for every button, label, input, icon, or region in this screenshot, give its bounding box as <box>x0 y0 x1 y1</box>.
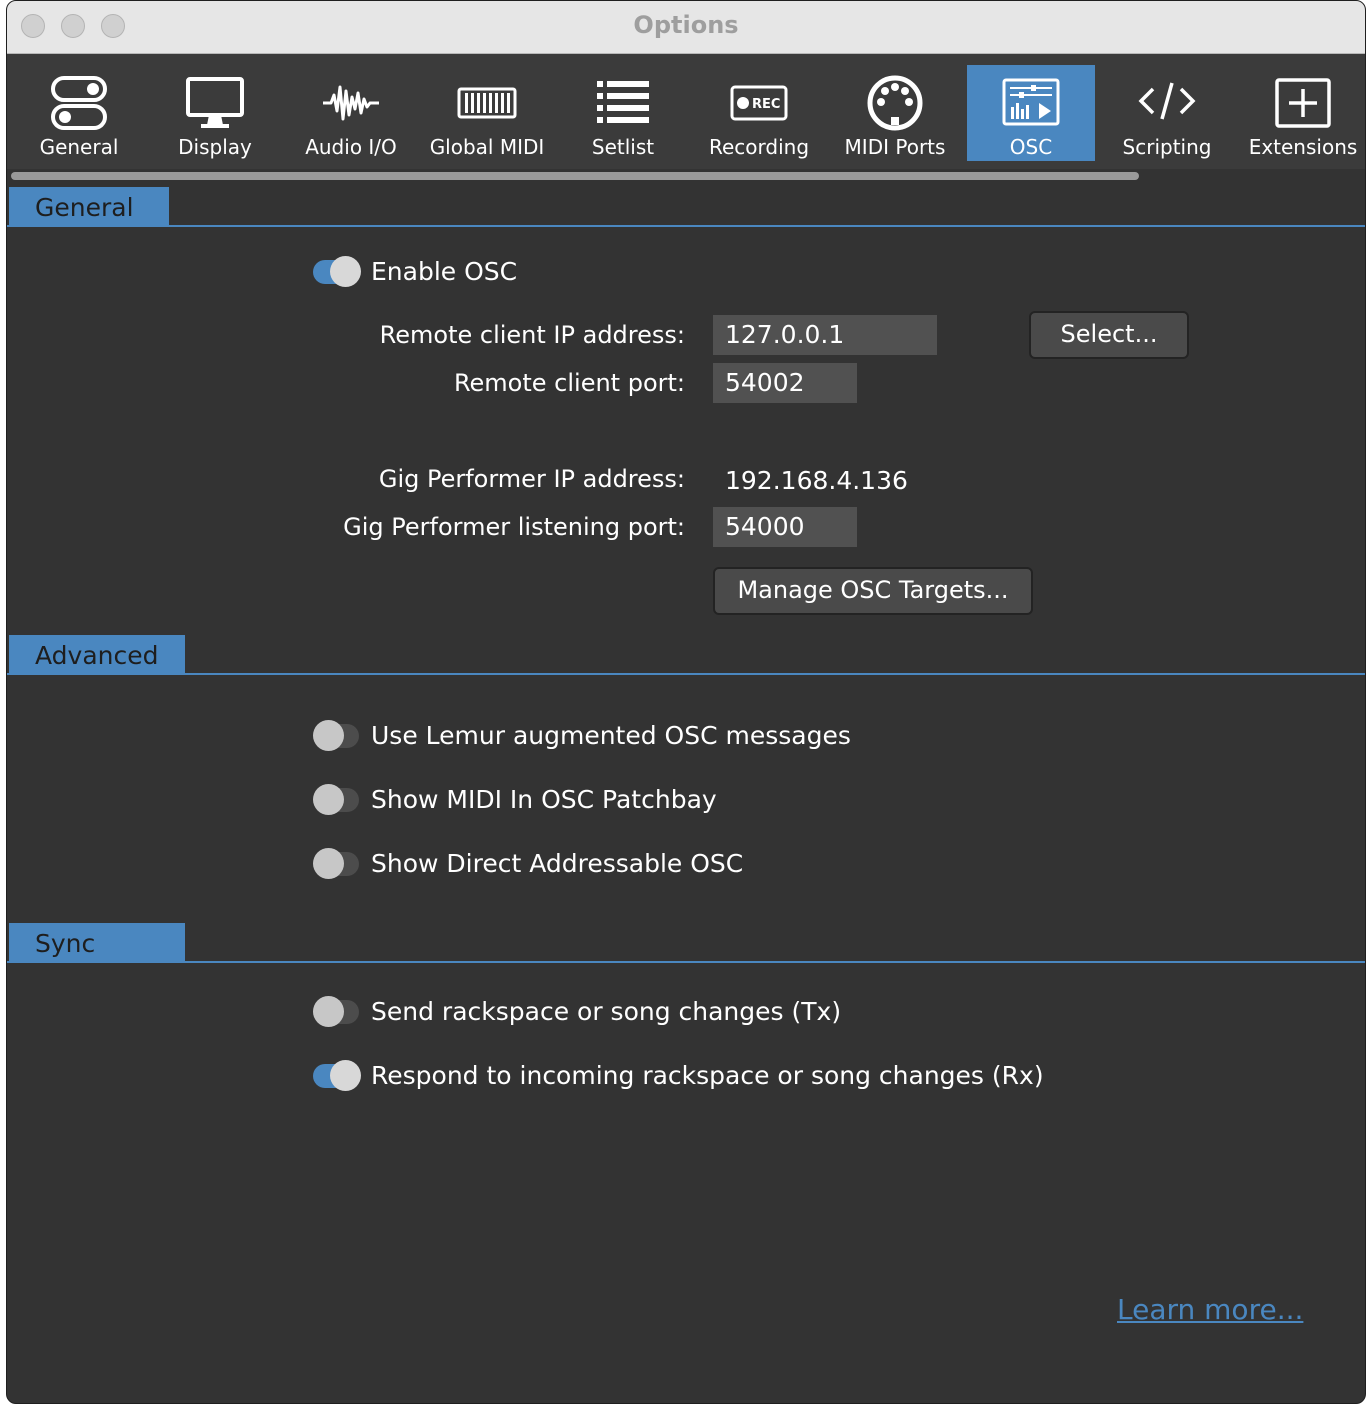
remote-port-label: Remote client port: <box>453 369 685 397</box>
tab-midi-ports[interactable]: MIDI Ports <box>831 65 959 161</box>
rec-icon: REC <box>730 85 788 121</box>
tab-osc[interactable]: OSC <box>967 65 1095 161</box>
window-title: Options <box>633 11 739 39</box>
title-bar: Options <box>7 1 1365 54</box>
respond-changes-label: Respond to incoming rackspace or song ch… <box>371 1061 1044 1090</box>
tab-audio-io[interactable]: Audio I/O <box>287 65 415 161</box>
tab-extensions[interactable]: Extensions <box>1239 65 1365 161</box>
toggles-icon <box>51 76 107 130</box>
learn-more-link[interactable]: Learn more... <box>1117 1293 1303 1326</box>
tab-global-midi[interactable]: Global MIDI <box>423 65 551 161</box>
list-icon <box>597 81 649 123</box>
gp-port-label: Gig Performer listening port: <box>343 513 685 541</box>
midi-din-icon <box>867 75 923 131</box>
section-divider <box>7 961 1365 963</box>
toolbar-scrollbar[interactable] <box>11 172 1139 180</box>
gp-ip-label: Gig Performer IP address: <box>378 465 685 493</box>
direct-addressable-label: Show Direct Addressable OSC <box>371 849 744 878</box>
lemur-osc-label: Use Lemur augmented OSC messages <box>371 721 851 750</box>
osc-icon <box>1002 78 1060 126</box>
section-divider <box>7 673 1365 675</box>
tab-scripting[interactable]: Scripting <box>1103 65 1231 161</box>
gp-port-field[interactable]: 54000 <box>713 507 857 547</box>
tab-setlist[interactable]: Setlist <box>559 65 687 161</box>
section-header-advanced: Advanced <box>9 635 185 675</box>
manage-osc-targets-button[interactable]: Manage OSC Targets... <box>713 567 1033 615</box>
direct-addressable-toggle[interactable] <box>313 848 361 879</box>
select-button[interactable]: Select... <box>1029 311 1189 359</box>
gp-ip-value: 192.168.4.136 <box>725 466 908 495</box>
options-window: Options General Display Audio I/O Global… <box>6 0 1366 1404</box>
lemur-osc-toggle[interactable] <box>313 720 361 751</box>
send-changes-label: Send rackspace or song changes (Tx) <box>371 997 842 1026</box>
code-icon <box>1138 82 1196 120</box>
midi-in-patchbay-toggle[interactable] <box>313 784 361 815</box>
keyboard-icon <box>457 87 517 119</box>
midi-in-patchbay-label: Show MIDI In OSC Patchbay <box>371 785 717 814</box>
section-header-general: General <box>9 187 169 227</box>
respond-changes-toggle[interactable] <box>313 1060 361 1091</box>
preferences-toolbar: General Display Audio I/O Global MIDI Se… <box>7 54 1365 169</box>
section-divider <box>7 225 1365 227</box>
enable-osc-label: Enable OSC <box>371 257 518 286</box>
remote-port-field[interactable]: 54002 <box>713 363 857 403</box>
remote-ip-field[interactable]: 127.0.0.1 <box>713 315 937 355</box>
send-changes-toggle[interactable] <box>313 996 361 1027</box>
tab-recording[interactable]: REC Recording <box>695 65 823 161</box>
plus-box-icon <box>1275 78 1331 128</box>
svg-text:REC: REC <box>752 97 780 112</box>
enable-osc-toggle[interactable] <box>313 256 361 287</box>
tab-general[interactable]: General <box>15 65 143 161</box>
remote-ip-label: Remote client IP address: <box>379 321 685 349</box>
waveform-icon <box>323 85 379 121</box>
section-header-sync: Sync <box>9 923 185 963</box>
tab-display[interactable]: Display <box>151 65 279 161</box>
monitor-icon <box>186 77 244 128</box>
